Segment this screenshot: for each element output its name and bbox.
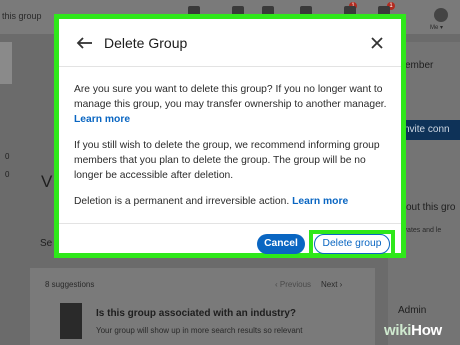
paragraph-text: Are you sure you want to delete this gro… [74,84,387,110]
watermark-part: wiki [384,322,412,339]
suggestions-count: 8 suggestions [45,280,95,289]
paragraph-text: Deletion is a permanent and irreversible… [74,196,290,207]
cancel-button[interactable]: Cancel [257,234,305,254]
transfer-ownership-paragraph: Are you sure you want to delete this gro… [74,82,389,127]
section-heading-partial: Se [40,238,53,249]
dialog-title: Delete Group [104,35,188,51]
left-rail-card [0,42,12,84]
learn-more-link[interactable]: Learn more [74,114,130,125]
delete-group-button[interactable]: Delete group [314,234,390,254]
inform-members-paragraph: If you still wish to delete the group, w… [74,140,380,181]
dialog-body: Are you sure you want to delete this gro… [74,82,389,220]
industry-icon [60,303,82,339]
avatar[interactable] [434,8,448,22]
dialog-highlight-frame: Delete Group Are you sure you want to de… [54,14,406,258]
close-icon[interactable] [367,33,387,53]
learn-more-link[interactable]: Learn more [292,196,348,207]
wikihow-watermark: wikiHow [384,322,442,339]
next-button[interactable]: Next › [321,280,342,289]
dialog-footer: Cancel Delete group [59,223,401,259]
delete-group-dialog: Delete Group Are you sure you want to de… [59,19,401,258]
previous-button[interactable]: ‹ Previous [275,280,311,289]
member-heading-partial: ember [405,60,434,71]
irreversible-paragraph: Deletion is a permanent and irreversible… [74,194,389,209]
about-text-partial: ivates and le [402,227,442,234]
industry-question: Is this group associated with an industr… [96,308,297,319]
watermark-part: How [411,322,442,339]
left-count: 0 [5,170,10,179]
admin-label: Admin [398,305,427,316]
left-count: 0 [5,152,10,161]
breadcrumb: this group [2,11,42,21]
about-heading-partial: out this gro [406,202,456,213]
industry-description: Your group will show up in more search r… [96,326,303,335]
dialog-header: Delete Group [59,19,401,67]
me-menu-label[interactable]: Me ▾ [430,24,443,31]
back-arrow-icon[interactable] [75,33,95,53]
group-name-partial: V [41,172,53,191]
